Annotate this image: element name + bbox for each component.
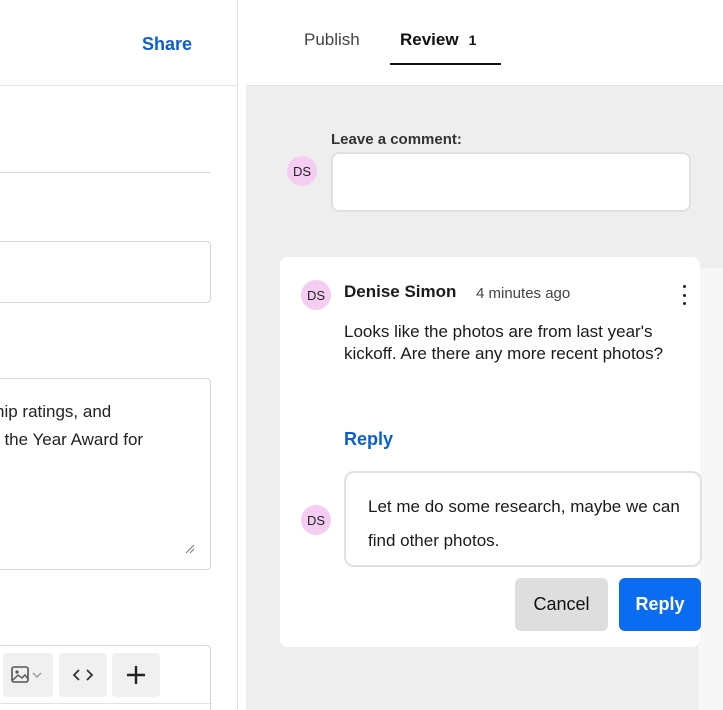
comment-input[interactable]: [331, 152, 691, 212]
insert-code-button[interactable]: [59, 653, 107, 697]
reply-button[interactable]: Reply: [619, 578, 701, 631]
editor-toolbar: [0, 645, 212, 710]
add-block-button[interactable]: [112, 653, 160, 697]
more-options-icon[interactable]: [676, 283, 692, 307]
comment-author: Denise Simon: [344, 282, 457, 301]
cancel-button[interactable]: Cancel: [515, 578, 608, 631]
reply-avatar: DS: [301, 505, 331, 535]
editor-header: Share: [0, 0, 238, 86]
tab-publish[interactable]: Publish: [304, 30, 360, 50]
review-count-badge: 1: [468, 32, 477, 48]
reply-draft-text: Let me do some research, maybe we can fi…: [368, 497, 680, 550]
reply-input[interactable]: Let me do some research, maybe we can fi…: [344, 471, 702, 567]
image-dropdown-icon: [11, 666, 42, 683]
comment-timestamp: 4 minutes ago: [476, 285, 571, 302]
avatar: DS: [287, 156, 317, 186]
review-panel: Publish Review 1 DS Leave a comment: DS D…: [246, 0, 723, 710]
tab-review[interactable]: Review 1: [400, 30, 476, 50]
editor-pane: Share hip ratings, and f the Year Award …: [0, 0, 238, 710]
textarea-content: hip ratings, and f the Year Award for: [0, 402, 144, 449]
share-button[interactable]: Share: [142, 34, 192, 55]
toolbar-divider: [0, 703, 212, 704]
divider: [0, 172, 211, 173]
review-tabs: Publish Review 1: [246, 0, 723, 86]
code-icon: [72, 669, 94, 681]
active-tab-indicator: [390, 63, 501, 65]
resize-handle-icon[interactable]: [185, 544, 195, 554]
comment-body: Looks like the photos are from last year…: [344, 322, 664, 363]
tab-review-label: Review: [400, 30, 459, 49]
comment-card: DS Denise Simon 4 minutes ago Looks like…: [280, 257, 702, 647]
comment-avatar: DS: [301, 280, 331, 310]
leave-comment-label: Leave a comment:: [331, 131, 462, 148]
plus-icon: [127, 666, 145, 684]
insert-image-button[interactable]: [3, 653, 53, 697]
description-textarea[interactable]: hip ratings, and f the Year Award for: [0, 378, 211, 570]
reply-link[interactable]: Reply: [344, 429, 393, 450]
text-field[interactable]: [0, 241, 211, 303]
